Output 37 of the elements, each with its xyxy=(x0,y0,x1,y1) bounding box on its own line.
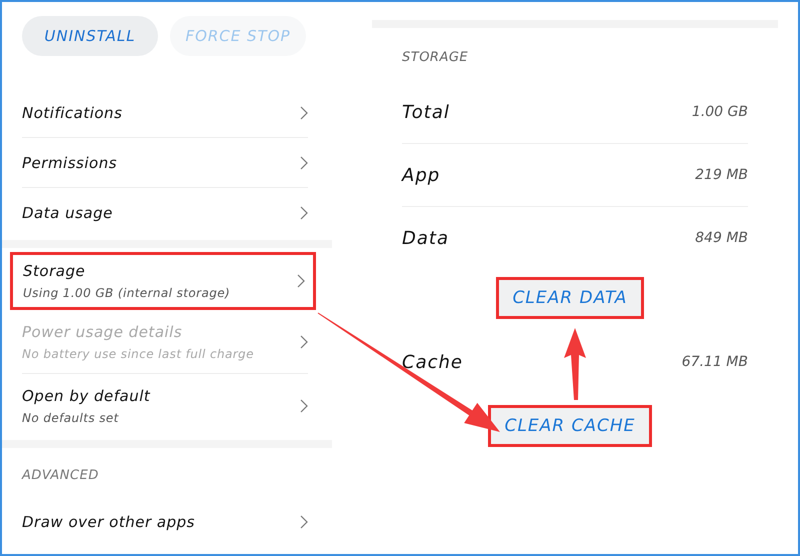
item-title: Draw over other apps xyxy=(22,513,195,531)
settings-item[interactable]: Draw over other apps xyxy=(22,497,308,547)
item-subtitle: No defaults set xyxy=(22,411,120,425)
item-title: Open by default xyxy=(22,387,150,405)
settings-item[interactable]: Permissions xyxy=(22,138,308,188)
clear-cache-button[interactable]: CLEAR CACHE xyxy=(488,405,652,447)
chevron-icon xyxy=(300,334,308,348)
storage-label: Data xyxy=(402,228,449,248)
settings-item[interactable]: Data usage xyxy=(22,188,308,238)
uninstall-button[interactable]: UNINSTALL xyxy=(22,16,158,56)
settings-item[interactable]: Notifications xyxy=(22,88,308,138)
chevron-icon xyxy=(300,399,308,413)
storage-value: 849 MB xyxy=(695,230,748,246)
chevron-icon xyxy=(300,515,308,529)
storage-value: 67.11 MB xyxy=(682,354,748,370)
settings-item[interactable]: Storage Using 1.00 GB (internal storage) xyxy=(10,252,316,310)
item-title: Permissions xyxy=(22,154,118,172)
item-title: Notifications xyxy=(22,104,122,122)
item-title: Data usage xyxy=(22,204,113,222)
chevron-icon xyxy=(300,106,308,120)
section-header: STORAGE xyxy=(401,49,470,67)
item-subtitle: Using 1.00 GB (internal storage) xyxy=(23,286,230,300)
chevron-icon xyxy=(300,156,308,170)
item-title: Power usage details xyxy=(22,322,184,340)
item-subtitle: No battery use since last full charge xyxy=(22,346,254,360)
storage-label: Cache xyxy=(402,352,463,372)
chevron-icon xyxy=(300,206,308,220)
storage-value: 1.00 GB xyxy=(692,104,748,120)
storage-label: Total xyxy=(402,102,450,122)
clear-data-button[interactable]: CLEAR DATA xyxy=(496,277,644,319)
storage-value: 219 MB xyxy=(695,167,748,183)
item-title: Storage xyxy=(23,262,86,280)
settings-item[interactable]: Open by default No defaults set xyxy=(22,374,308,438)
chevron-icon xyxy=(297,274,305,288)
storage-label: App xyxy=(402,164,440,186)
section-header: ADVANCED xyxy=(20,467,100,485)
arrow xyxy=(564,328,586,400)
